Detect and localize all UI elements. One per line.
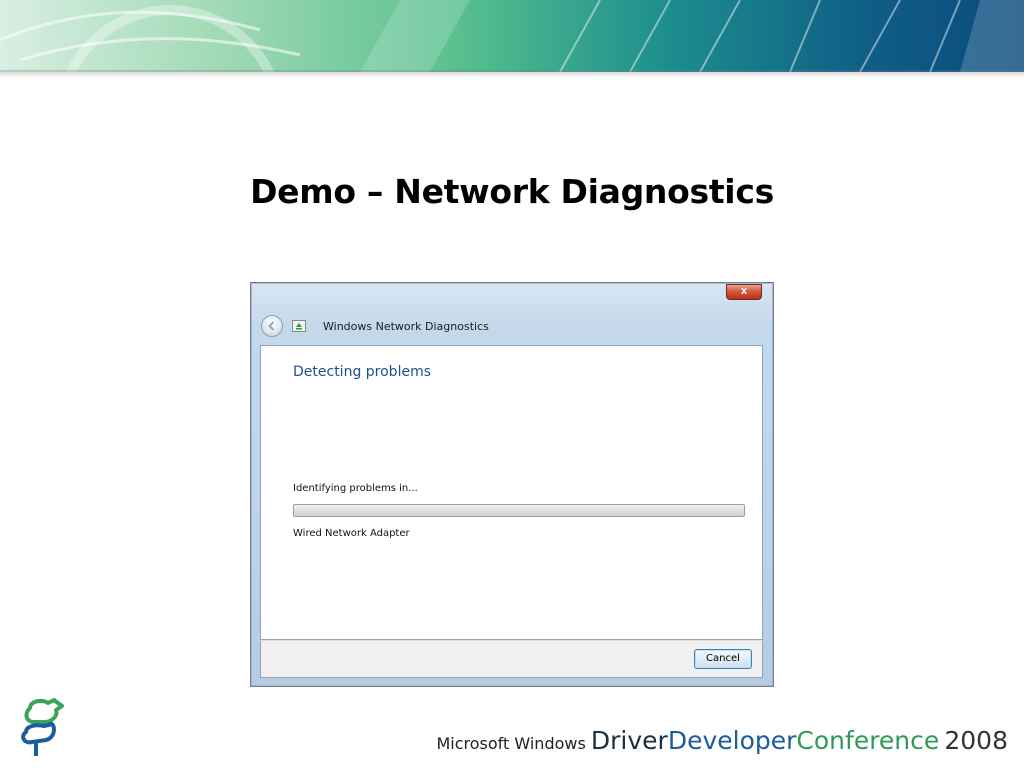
brand-conference: Conference [796, 726, 940, 755]
status-text: Identifying problems in... [293, 483, 418, 494]
brand-microsoft-windows: Microsoft Windows [436, 734, 586, 753]
content-pane: Detecting problems Identifying problems … [260, 345, 763, 640]
header-banner [0, 0, 1024, 72]
command-area: Cancel [260, 640, 763, 678]
back-arrow-icon [268, 321, 275, 331]
slide-title: Demo – Network Diagnostics [250, 172, 774, 211]
progress-bar [293, 504, 745, 517]
conference-branding: Microsoft Windows DriverDeveloperConfere… [436, 726, 1008, 755]
brand-driver: Driver [590, 726, 668, 755]
cancel-button[interactable]: Cancel [694, 649, 752, 669]
network-diagnostics-icon [292, 320, 306, 332]
diagnostics-window: x Windows Network Diagnostics Detecting … [250, 282, 774, 687]
main-instruction: Detecting problems [293, 364, 432, 380]
close-button[interactable]: x [726, 284, 762, 300]
brand-developer: Developer [667, 726, 797, 755]
banner-decoration [0, 0, 1024, 72]
brand-year: 2008 [944, 726, 1008, 755]
current-item-text: Wired Network Adapter [293, 528, 410, 539]
banner-shadow [0, 70, 1024, 78]
conference-logo-icon [16, 698, 66, 765]
window-title: Windows Network Diagnostics [323, 320, 489, 333]
back-button[interactable] [261, 315, 283, 337]
